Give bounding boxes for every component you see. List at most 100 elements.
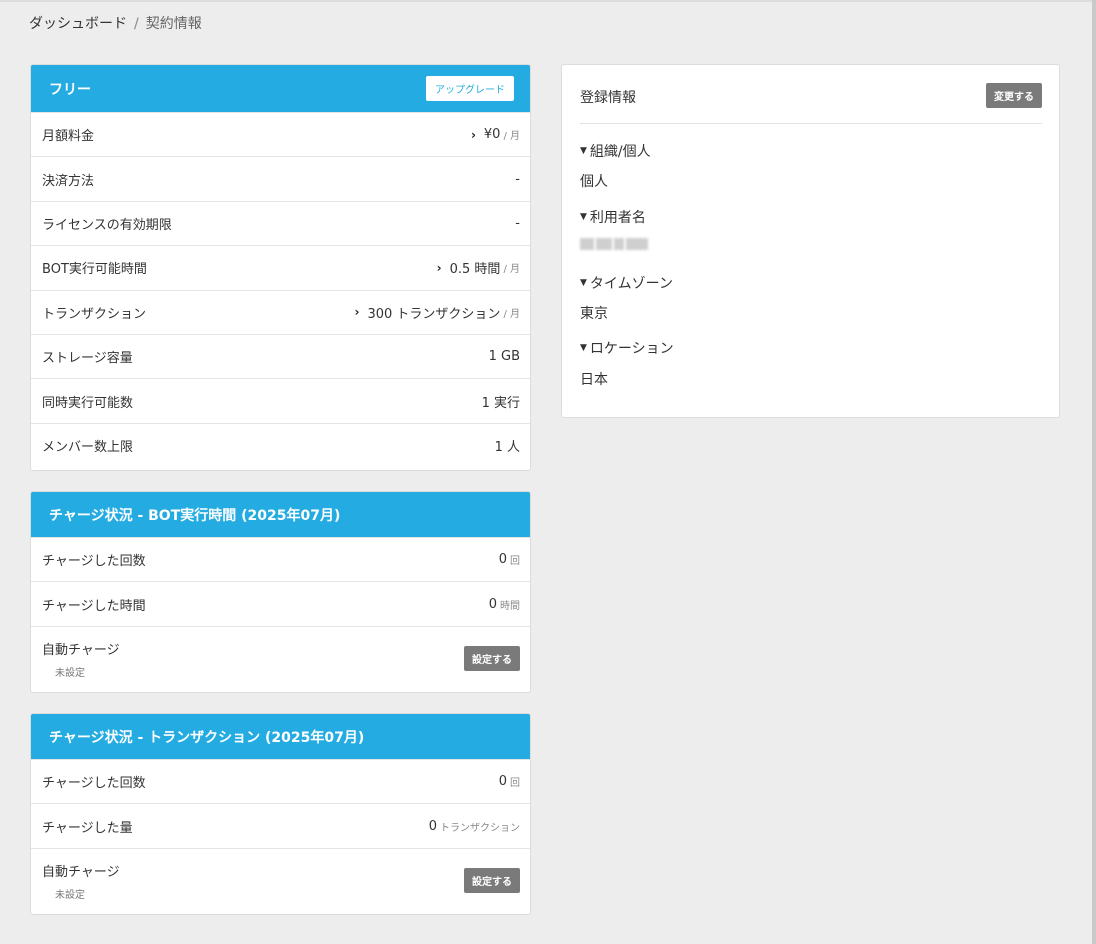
plan-row-concurrency: 同時実行可能数 1 実行 xyxy=(31,378,530,422)
per-month-unit: / 月 xyxy=(503,308,520,320)
field-organization-value: 個人 xyxy=(580,174,608,190)
caret-down-icon: ▼ xyxy=(580,212,587,222)
registration-card: 登録情報 変更する ▼ 組織/個人 個人 ▼ 利用者名 ▼ タイムゾーン 東京 ▼ ロケ… xyxy=(561,64,1060,418)
concurrency-value: 1 実行 xyxy=(481,395,520,411)
row-label: 月額料金 xyxy=(42,129,95,145)
row-label: チャージした回数 xyxy=(42,554,146,570)
plan-row-transactions: トランザクション › 300 トランザクション / 月 xyxy=(31,289,530,334)
bot-hours-value: 0.5 時間 xyxy=(449,262,501,278)
field-label-text: 利用者名 xyxy=(589,210,646,226)
per-month-unit: / 月 xyxy=(503,131,520,143)
field-location-label[interactable]: ▼ ロケーション xyxy=(580,338,674,358)
caret-down-icon: ▼ xyxy=(580,343,587,353)
breadcrumb-current: 契約情報 xyxy=(145,16,202,32)
field-label-text: タイムゾーン xyxy=(589,276,673,292)
transactions-value: 300 トランザクション xyxy=(367,306,501,322)
charge-bot-title: チャージ状況 - BOT実行時間 (2025年07月) xyxy=(49,507,341,524)
transaction-unit: トランザクション xyxy=(440,822,520,834)
charge-tx-row-count: チャージした回数 0回 xyxy=(31,759,530,803)
hours-unit: 時間 xyxy=(500,600,520,612)
charge-bot-card: チャージ状況 - BOT実行時間 (2025年07月) チャージした回数 0回 … xyxy=(30,491,531,693)
auto-charge-status: 未設定 xyxy=(55,667,85,679)
row-label: チャージした時間 xyxy=(42,598,146,614)
plan-name: フリー xyxy=(49,81,91,98)
top-border xyxy=(0,0,1096,2)
plan-row-payment-method: 決済方法 - xyxy=(31,156,530,200)
charge-bot-row-auto: 自動チャージ 未設定 設定する xyxy=(31,625,530,691)
registration-title: 登録情報 xyxy=(580,90,636,106)
field-username-label[interactable]: ▼ 利用者名 xyxy=(580,207,646,227)
auto-charge-info: 自動チャージ 未設定 xyxy=(42,639,120,679)
row-label: チャージした量 xyxy=(42,820,133,836)
chevron-right-icon[interactable]: › xyxy=(437,261,442,275)
breadcrumb-separator: / xyxy=(134,16,139,32)
storage-value: 1 GB xyxy=(488,349,520,365)
charge-transaction-card: チャージ状況 - トランザクション (2025年07月) チャージした回数 0回… xyxy=(30,713,531,915)
row-label: チャージした回数 xyxy=(42,776,146,792)
charge-bot-row-count: チャージした回数 0回 xyxy=(31,537,530,581)
count-unit: 回 xyxy=(510,778,520,790)
field-timezone-value: 東京 xyxy=(580,306,608,322)
row-label: トランザクション xyxy=(42,306,147,322)
members-value: 1 人 xyxy=(494,439,520,455)
row-value: 0回 xyxy=(499,552,520,567)
row-value[interactable]: › 300 トランザクション / 月 xyxy=(355,303,520,322)
redacted-block xyxy=(580,238,594,250)
charge-count-value: 0 xyxy=(498,774,507,790)
auto-charge-label: 自動チャージ xyxy=(42,864,120,880)
field-label-text: 組織/個人 xyxy=(589,144,651,160)
plan-card-header: フリー アップグレード xyxy=(31,65,530,112)
registration-header: 登録情報 変更する xyxy=(580,83,1042,124)
auto-charge-label: 自動チャージ xyxy=(42,642,120,658)
charge-count-value: 0 xyxy=(498,552,507,568)
caret-down-icon: ▼ xyxy=(580,146,587,156)
row-label: メンバー数上限 xyxy=(42,439,134,455)
row-value: 0 トランザクション xyxy=(429,819,520,834)
chevron-right-icon[interactable]: › xyxy=(471,128,476,142)
row-label: ライセンスの有効期限 xyxy=(42,217,172,233)
charge-bot-header: チャージ状況 - BOT実行時間 (2025年07月) xyxy=(31,492,530,537)
upgrade-button[interactable]: アップグレード xyxy=(426,76,514,101)
redacted-block xyxy=(596,238,612,250)
row-label: 決済方法 xyxy=(42,173,95,189)
charge-transaction-header: チャージ状況 - トランザクション (2025年07月) xyxy=(31,714,530,759)
caret-down-icon: ▼ xyxy=(580,278,587,288)
monthly-fee-value: ¥0 xyxy=(483,127,501,143)
per-month-unit: / 月 xyxy=(503,264,520,276)
charge-tx-row-auto: 自動チャージ 未設定 設定する xyxy=(31,847,530,913)
row-value[interactable]: › 0.5 時間 / 月 xyxy=(437,258,520,278)
row-value: 0回 xyxy=(499,774,520,789)
license-expiry-value: - xyxy=(515,215,520,231)
plan-card: フリー アップグレード 月額料金 › ¥0/ 月 決済方法 - ライセンスの有効期… xyxy=(30,64,531,471)
count-unit: 回 xyxy=(510,556,520,568)
auto-charge-info: 自動チャージ 未設定 xyxy=(42,861,120,901)
plan-row-storage: ストレージ容量 1 GB xyxy=(31,333,530,378)
charge-hours-value: 0 xyxy=(488,596,497,612)
row-value: 0 時間 xyxy=(489,597,520,612)
breadcrumb-dashboard-link[interactable]: ダッシュボード xyxy=(29,16,127,32)
scrollbar[interactable] xyxy=(1092,0,1096,944)
charge-transaction-title: チャージ状況 - トランザクション (2025年07月) xyxy=(49,729,365,746)
charge-bot-row-hours: チャージした時間 0 時間 xyxy=(31,581,530,625)
redacted-block xyxy=(626,238,648,250)
field-label-text: ロケーション xyxy=(589,341,674,357)
charge-amount-value: 0 xyxy=(428,818,437,834)
field-timezone-label[interactable]: ▼ タイムゾーン xyxy=(580,273,673,293)
charge-tx-row-amount: チャージした量 0 トランザクション xyxy=(31,803,530,847)
chevron-right-icon[interactable]: › xyxy=(355,305,360,319)
row-value[interactable]: › ¥0/ 月 xyxy=(471,127,520,142)
redacted-block xyxy=(614,238,624,250)
change-button[interactable]: 変更する xyxy=(986,83,1042,108)
row-label: BOT実行可能時間 xyxy=(42,262,147,278)
row-label: ストレージ容量 xyxy=(42,351,133,367)
field-organization-label[interactable]: ▼ 組織/個人 xyxy=(580,141,651,161)
tx-auto-charge-set-button[interactable]: 設定する xyxy=(464,868,520,894)
plan-row-members: メンバー数上限 1 人 xyxy=(31,422,530,467)
plan-row-bot-hours: BOT実行可能時間 › 0.5 時間 / 月 xyxy=(31,245,530,289)
bot-auto-charge-set-button[interactable]: 設定する xyxy=(464,646,520,672)
field-location-value: 日本 xyxy=(580,372,608,388)
breadcrumb: ダッシュボード / 契約情報 xyxy=(29,13,202,33)
field-username-value-redacted xyxy=(580,238,648,250)
plan-row-monthly-fee: 月額料金 › ¥0/ 月 xyxy=(31,112,530,156)
auto-charge-status: 未設定 xyxy=(55,889,85,901)
